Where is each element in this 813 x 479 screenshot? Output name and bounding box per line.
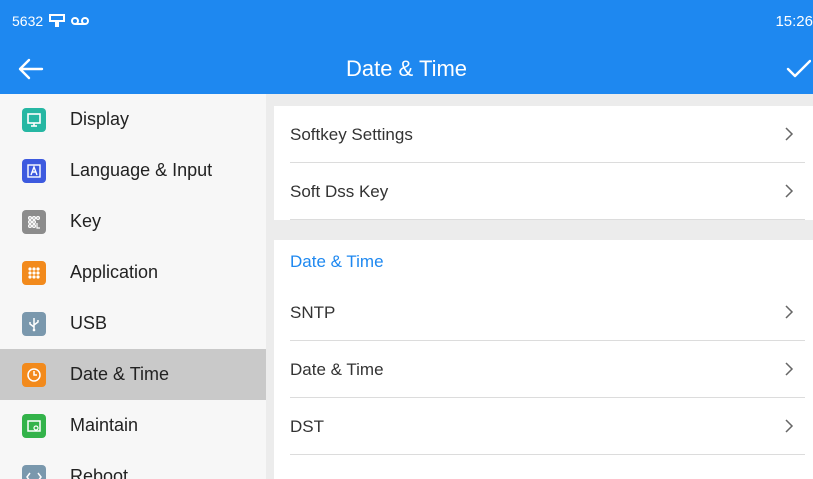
sidebar-item-label: Maintain [70, 415, 139, 435]
list-item-softkey-settings[interactable]: Softkey Settings [274, 106, 813, 163]
list-item-date-time[interactable]: Date & Time [274, 341, 813, 398]
sidebar-item-label: Display [70, 109, 130, 129]
sidebar-item-application[interactable]: Application [0, 247, 266, 298]
maintain-icon [22, 413, 46, 438]
sidebar-item-label: Date & Time [70, 364, 170, 384]
monitor-icon [22, 107, 46, 132]
phone-line-icon [49, 14, 66, 27]
sidebar-item-label: Reboot [70, 466, 129, 479]
sidebar-item-language-input[interactable]: Language & Input [0, 145, 266, 196]
voicemail-icon [71, 17, 90, 25]
list-item-label: SNTP [290, 302, 336, 322]
sidebar-item-reboot[interactable]: Reboot [0, 451, 266, 479]
list-item-label: DST [290, 416, 324, 436]
list-item-dst[interactable]: DST [274, 398, 813, 455]
clock-time: 15:26 [775, 13, 813, 30]
status-left: 5632 [12, 13, 90, 29]
card-keys: Softkey Settings Soft Dss Key [274, 106, 813, 220]
sidebar-item-label: Key [70, 211, 102, 231]
list-item-label: Soft Dss Key [290, 181, 389, 201]
sidebar-item-maintain[interactable]: Maintain [0, 400, 266, 451]
sidebar-item-display[interactable]: Display [0, 94, 266, 145]
list-item-soft-dss-key[interactable]: Soft Dss Key [274, 163, 813, 220]
settings-detail-panel: Softkey Settings Soft Dss Key Date & Tim… [274, 94, 813, 479]
sidebar-item-usb[interactable]: USB [0, 298, 266, 349]
sidebar-item-date-time[interactable]: Date & Time [0, 349, 266, 400]
clock-icon [22, 362, 46, 387]
app-bar: Date & Time [0, 44, 813, 94]
keyboard-icon [22, 158, 46, 183]
status-bar: 5632 15:26 [0, 0, 813, 44]
card-date-time: Date & Time SNTP Date & Time DST [274, 240, 813, 479]
section-title: Date & Time [290, 252, 384, 271]
key-icon [22, 209, 46, 234]
sidebar-item-key[interactable]: Key [0, 196, 266, 247]
usb-icon [22, 311, 46, 336]
grid-icon [22, 260, 46, 285]
chevron-right-icon [785, 184, 794, 198]
page-title: Date & Time [345, 56, 468, 81]
list-item-label: Date & Time [290, 359, 384, 379]
reboot-icon [22, 464, 46, 479]
chevron-right-icon [785, 419, 794, 433]
sidebar-item-label: Application [70, 262, 159, 282]
sidebar-item-label: Language & Input [70, 160, 213, 180]
chevron-right-icon [785, 362, 794, 376]
chevron-right-icon [785, 127, 794, 141]
sidebar-item-label: USB [70, 313, 108, 333]
status-number: 5632 [12, 13, 44, 29]
confirm-check-icon[interactable] [785, 56, 811, 82]
chevron-right-icon [785, 305, 794, 319]
settings-sidebar: Display Language & Input Key Application… [0, 94, 266, 479]
list-item-label: Softkey Settings [290, 124, 413, 144]
list-item-sntp[interactable]: SNTP [274, 284, 813, 341]
